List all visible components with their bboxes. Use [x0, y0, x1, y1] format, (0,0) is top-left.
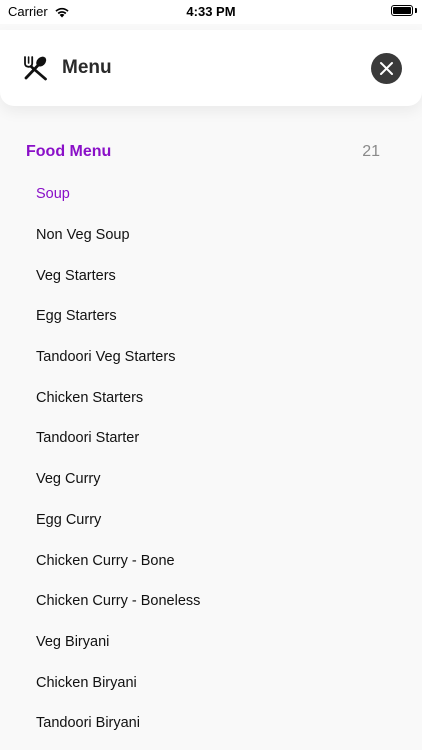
- menu-item[interactable]: Soup: [0, 174, 422, 215]
- section-count: 21: [362, 143, 380, 160]
- menu-item[interactable]: Chicken Curry - Bone: [0, 540, 422, 581]
- section-title: Food Menu: [26, 143, 112, 160]
- battery-tip: [415, 8, 417, 13]
- menu-item[interactable]: Chicken Curry - Boneless: [0, 581, 422, 622]
- utensils-icon: [24, 56, 47, 81]
- menu-header: Menu: [0, 30, 422, 106]
- menu-item[interactable]: Egg Starters: [0, 296, 422, 337]
- status-bar: Carrier 4:33 PM: [0, 0, 422, 24]
- menu-list: Soup Non Veg Soup Veg Starters Egg Starters…: [0, 174, 422, 744]
- menu-content: Food Menu 21 Soup Non Veg Soup Veg Starter…: [0, 130, 422, 744]
- close-icon: [380, 62, 393, 75]
- menu-item[interactable]: Veg Curry: [0, 459, 422, 500]
- battery-icon: [391, 5, 413, 16]
- menu-item[interactable]: Non Veg Soup: [0, 215, 422, 256]
- menu-item[interactable]: Veg Biryani: [0, 622, 422, 663]
- menu-item[interactable]: Egg Curry: [0, 500, 422, 541]
- menu-item[interactable]: Tandoori Veg Starters: [0, 337, 422, 378]
- menu-item[interactable]: Tandoori Biryani: [0, 703, 422, 744]
- menu-item[interactable]: Chicken Biryani: [0, 662, 422, 703]
- menu-item[interactable]: Chicken Starters: [0, 377, 422, 418]
- battery-fill: [393, 7, 411, 14]
- page-title: Menu: [62, 57, 112, 78]
- menu-item[interactable]: Tandoori Starter: [0, 418, 422, 459]
- status-time: 4:33 PM: [186, 4, 236, 19]
- menu-item[interactable]: Veg Starters: [0, 255, 422, 296]
- close-button[interactable]: [371, 53, 402, 84]
- section-header[interactable]: Food Menu 21: [0, 130, 422, 174]
